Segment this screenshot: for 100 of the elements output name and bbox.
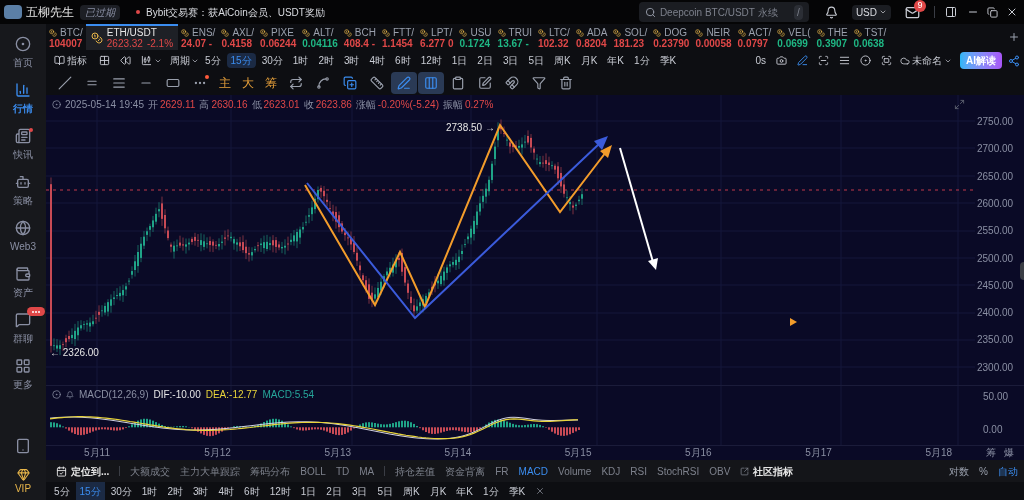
indicator-tab[interactable]: OBV (709, 463, 731, 479)
period-tab[interactable]: 3时 (188, 482, 213, 500)
signal-button[interactable]: 大 (237, 74, 259, 92)
period-tab[interactable]: 5日 (524, 53, 548, 68)
share-icon[interactable] (1008, 54, 1020, 67)
indicator-tab[interactable]: StochRSI (657, 463, 700, 479)
period-tab[interactable]: 年K (603, 53, 628, 68)
period-tab[interactable]: 1时 (288, 53, 313, 68)
ticker-tab[interactable]: USU 0.1724 (456, 24, 495, 50)
sidebar-item[interactable]: 更多 (3, 358, 43, 392)
ticker-tab[interactable]: LTC/ 102.32 (534, 24, 573, 50)
period-tab[interactable]: 1分 (479, 482, 503, 500)
period-tab[interactable]: 1日 (296, 482, 321, 500)
close-icon[interactable] (1006, 6, 1018, 18)
add-icon[interactable] (1008, 31, 1020, 43)
ticker-tab[interactable]: BTC/ 104007 (46, 24, 86, 50)
currency-dropdown[interactable]: USD (851, 4, 891, 20)
period-tab[interactable]: 月K (425, 482, 451, 500)
indicator-tab[interactable]: 持仓差值 (395, 463, 436, 479)
scale-option[interactable]: 对数 (949, 463, 970, 479)
expand-icon[interactable] (954, 99, 965, 110)
panel-icon[interactable] (945, 6, 957, 18)
book-icon[interactable] (54, 55, 65, 66)
scale-option[interactable]: % (979, 463, 988, 479)
period-tab[interactable]: 5分 (50, 482, 74, 500)
ticker-tab[interactable]: AXL/ 0.4158 (218, 24, 258, 50)
sidebar-item[interactable]: Web3 (3, 220, 43, 254)
ticker-tab[interactable]: ENS/ 24.07 - (178, 24, 219, 50)
period-tab[interactable]: 12时 (265, 482, 295, 500)
indicator-tab[interactable]: 大额成交 (130, 463, 171, 479)
period-tab[interactable]: 6时 (391, 53, 415, 68)
ticker-tab[interactable]: VEL( 0.0699 (774, 24, 814, 50)
scan-icon[interactable] (818, 55, 829, 66)
alert-bell-icon[interactable] (66, 390, 74, 399)
pen-icon[interactable] (797, 55, 808, 66)
period-tab[interactable]: 4时 (365, 53, 390, 68)
locate-button[interactable]: 定位到... (56, 463, 110, 479)
sidebar-item[interactable]: 策略 (3, 174, 43, 208)
down-arrow[interactable] (619, 147, 658, 270)
ticker-tab[interactable]: TST/ 0.0638 (850, 24, 890, 50)
period-tab[interactable]: 4时 (214, 482, 239, 500)
layout-dropdown[interactable]: 未命名 (900, 53, 952, 68)
period-dropdown[interactable]: 周期 (170, 53, 199, 68)
ticker-tab[interactable]: SOL/ 181.23 (610, 24, 651, 50)
signal-button[interactable]: 筹 (260, 74, 282, 92)
indicator-tab[interactable]: 资金背离 (445, 463, 486, 479)
period-tab[interactable]: 6时 (240, 482, 264, 500)
period-tab[interactable]: 月K (576, 53, 602, 68)
search-field[interactable]: Deepcoin BTC/USDT 永续 / (638, 2, 809, 22)
period-tab[interactable]: 年K (452, 482, 477, 500)
ticker-tab[interactable]: ACT/ 0.0797 (734, 24, 775, 50)
period-tab[interactable]: 季K (504, 482, 530, 500)
camera-icon[interactable] (776, 55, 787, 66)
sidebar-item[interactable]: 行情 (3, 82, 43, 116)
community-indicators-button[interactable]: 社区指标 (740, 463, 794, 479)
period-tab[interactable]: 周K (550, 53, 575, 68)
period-tab[interactable]: 2日 (473, 53, 497, 68)
period-tab[interactable]: 1时 (137, 482, 162, 500)
period-tab[interactable]: 3日 (498, 53, 523, 68)
rewind-icon[interactable] (120, 55, 131, 66)
period-tab[interactable]: 季K (655, 53, 681, 68)
period-tab[interactable]: 3日 (347, 482, 372, 500)
ticker-tab[interactable]: FTT/ 1.1454 (379, 24, 418, 50)
period-tab[interactable]: 3时 (339, 53, 364, 68)
lines-icon[interactable] (839, 55, 850, 66)
period-tab[interactable]: 2时 (314, 53, 338, 68)
sidebar-item[interactable]: 首页 (3, 36, 43, 70)
sidebar-item[interactable]: 资产 (3, 266, 43, 300)
period-tab[interactable]: 30分 (257, 53, 287, 68)
target-icon[interactable] (860, 55, 871, 66)
period-tab[interactable]: 1分 (630, 53, 654, 68)
indicator-tab[interactable]: MA (359, 463, 375, 479)
period-tab[interactable]: 30分 (106, 482, 136, 500)
ticker-tab[interactable]: ALT/ 0.04116 (299, 24, 341, 50)
chart-corner-button[interactable]: 筹 (985, 447, 996, 459)
period-tab[interactable]: 周K (399, 482, 424, 500)
indicator-tab[interactable]: BOLL (300, 463, 326, 479)
ticker-tab[interactable]: THE 0.3907 (813, 24, 851, 50)
fullscreen-icon[interactable] (881, 55, 892, 66)
period-tab[interactable]: 5日 (373, 482, 397, 500)
notification-bell-icon[interactable] (824, 5, 838, 19)
grid-icon[interactable] (99, 55, 110, 66)
drawing-tool-button[interactable] (418, 72, 444, 94)
indicator-tab[interactable]: Volume (558, 463, 592, 479)
chart-corner-button[interactable]: 爆 (1003, 447, 1014, 459)
indicator-tab[interactable]: KDJ (601, 463, 621, 479)
mail-icon[interactable] (905, 4, 920, 20)
ticker-tab[interactable]: DOG 0.23790 (650, 24, 693, 50)
indicator-button[interactable]: 指标 (67, 53, 87, 68)
candlestick-icon[interactable] (141, 55, 152, 66)
indicator-tab[interactable]: MACD (518, 463, 549, 479)
indicator-tab[interactable]: TD (335, 463, 350, 479)
period-tab[interactable]: 2日 (322, 482, 346, 500)
period-tab[interactable]: 12时 (416, 53, 446, 68)
ticker-tab[interactable]: TRUI 13.67 - (494, 24, 535, 50)
indicator-tab[interactable]: RSI (630, 463, 647, 479)
indicator-tab[interactable]: FR (495, 463, 509, 479)
tablet-icon[interactable] (15, 438, 31, 454)
ticker-tab[interactable]: BCH 408.4 - (340, 24, 379, 50)
ticker-tab[interactable]: ADA 0.8204 (572, 24, 611, 50)
